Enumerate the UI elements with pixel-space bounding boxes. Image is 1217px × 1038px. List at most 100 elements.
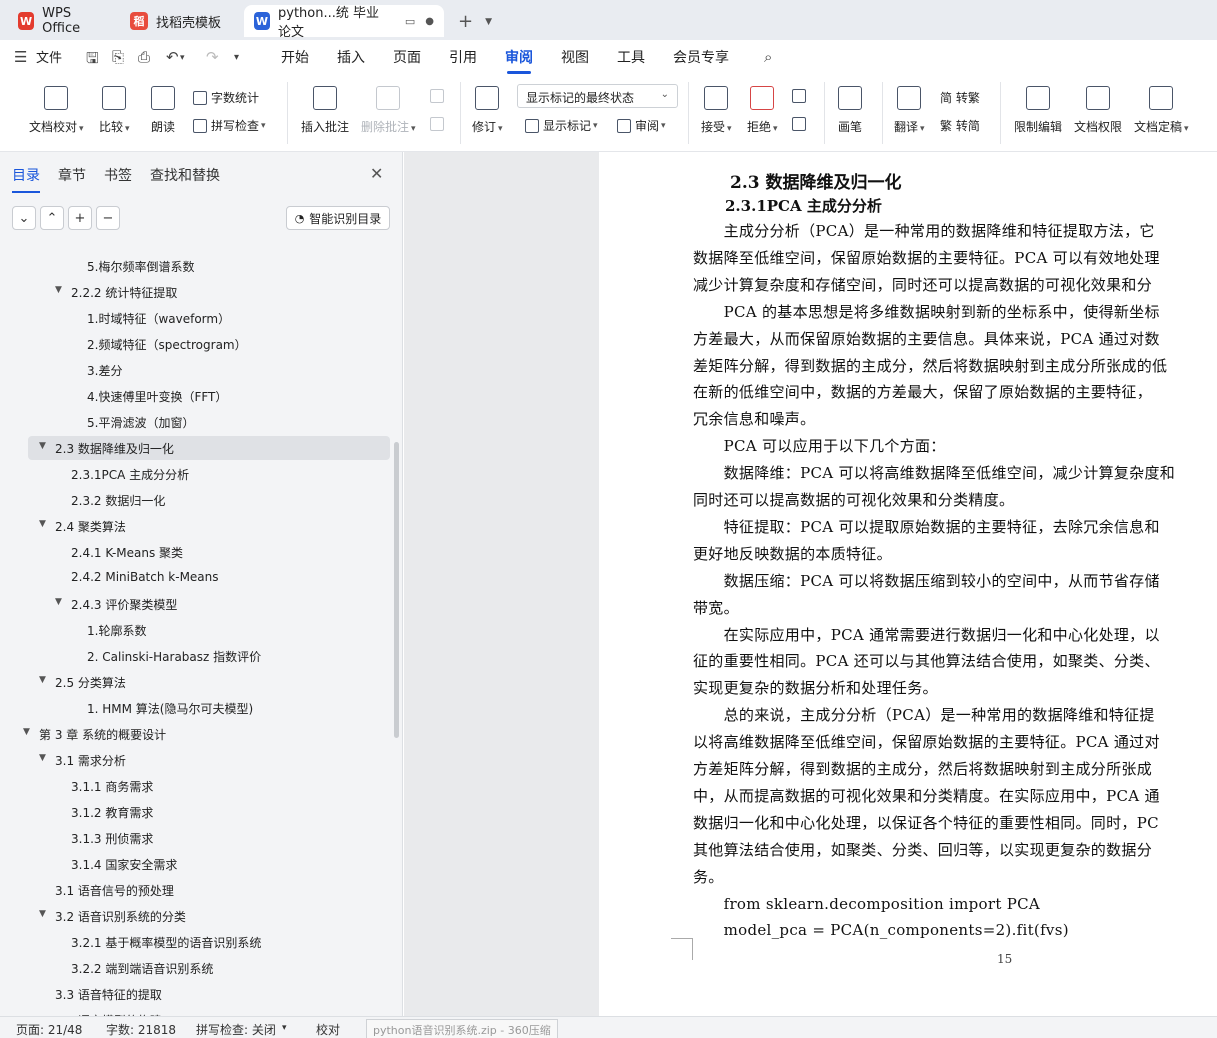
expand-caret-icon[interactable]: ▼ [39, 441, 46, 451]
output-icon[interactable]: ⎘ [112, 48, 124, 66]
toc-item[interactable]: ▼ 2.4.3 评价聚类模型 [55, 596, 177, 613]
menu-view[interactable]: 视图 [561, 47, 589, 67]
proofread-status[interactable]: 校对 [316, 1021, 340, 1038]
next-change-button[interactable] [792, 117, 810, 131]
toc-item[interactable]: 3.1.1 商务需求 [71, 778, 153, 795]
word-count[interactable]: 字数: 21818 [106, 1021, 176, 1038]
toc-item[interactable]: 3.2.1 基于概率模型的语音识别系统 [71, 934, 261, 951]
toc-item[interactable]: 2.3.2 数据归一化 [71, 492, 165, 509]
menu-references[interactable]: 引用 [449, 47, 477, 67]
expand-caret-icon[interactable]: ▼ [55, 285, 62, 295]
word-count-button[interactable]: 字数统计 [193, 89, 259, 106]
toc-item[interactable]: 3.差分 [87, 362, 122, 379]
delete-comment-button[interactable]: 删除批注 ▾ [361, 86, 416, 135]
nav-tab-toc[interactable]: 目录 [12, 165, 40, 193]
expand-caret-icon[interactable]: ▼ [39, 675, 46, 685]
toc-item[interactable]: 1.轮廓系数 [87, 622, 146, 639]
prev-change-button[interactable] [792, 89, 810, 103]
compare-button[interactable]: 比较 ▾ [99, 86, 130, 135]
tab-docer-template[interactable]: 稻 找稻壳模板 [120, 5, 238, 37]
toc-item[interactable]: ▼ 3.2 语音识别系统的分类 [39, 908, 186, 925]
chevron-down-icon[interactable]: ▼ [485, 17, 492, 27]
menu-home[interactable]: 开始 [281, 47, 309, 67]
menu-page[interactable]: 页面 [393, 47, 421, 67]
markup-state-select[interactable]: 显示标记的最终状态 ⌄ [517, 84, 678, 108]
menu-review[interactable]: 审阅 [505, 47, 533, 74]
toc-item[interactable]: 2.4.1 K-Means 聚类 [71, 544, 183, 561]
toc-item[interactable]: 3.1.3 刑侦需求 [71, 830, 153, 847]
expand-caret-icon[interactable]: ▼ [39, 519, 46, 529]
undo-dropdown-icon[interactable]: ▾ [180, 53, 185, 63]
toc-item[interactable]: ▼ 2.2.2 统计特征提取 [55, 284, 177, 301]
spell-check-status[interactable]: 拼写检查: 关闭 [196, 1021, 276, 1038]
restrict-edit-button[interactable]: 限制编辑 [1014, 86, 1062, 135]
insert-comment-button[interactable]: 插入批注 [301, 86, 349, 135]
expand-caret-icon[interactable]: ▼ [39, 909, 46, 919]
add-heading-button[interactable]: + [68, 206, 92, 230]
doc-finalize-button[interactable]: 文档定稿 ▾ [1134, 86, 1189, 135]
smart-toc-button[interactable]: ◔ 智能识别目录 [286, 206, 390, 230]
expand-caret-icon[interactable]: ▼ [39, 753, 46, 763]
toc-item[interactable]: 3.1.2 教育需求 [71, 804, 153, 821]
toc-item[interactable]: 2. Calinski-Harabasz 指数评价 [87, 648, 261, 665]
toc-item[interactable]: 2.频域特征（spectrogram） [87, 336, 247, 353]
menu-file[interactable]: 文件 [36, 47, 62, 66]
chevron-down-icon[interactable]: ▾ [282, 1023, 287, 1033]
toc-item[interactable]: 1.时域特征（waveform） [87, 310, 230, 327]
toc-scrollbar[interactable] [394, 442, 399, 738]
quick-access-more-icon[interactable]: ▾ [234, 52, 239, 63]
menu-member[interactable]: 会员专享 [673, 47, 729, 67]
show-markup-button[interactable]: 显示标记 ▾ [525, 117, 598, 134]
page-indicator[interactable]: 页面: 21/48 [16, 1021, 82, 1038]
expand-caret-icon[interactable]: ▼ [55, 597, 62, 607]
toc-item[interactable]: ▼ 3.1 需求分析 [39, 752, 126, 769]
toc-item[interactable]: 3.3 语音特征的提取 [55, 986, 162, 1003]
accept-button[interactable]: 接受 ▾ [701, 86, 732, 135]
toc-item[interactable]: 5.梅尔频率倒谱系数 [87, 258, 194, 275]
hamburger-icon[interactable]: ☰ [14, 48, 27, 66]
read-aloud-button[interactable]: 朗读 [151, 86, 175, 135]
new-tab-button[interactable]: + [458, 11, 473, 32]
next-comment-button[interactable] [430, 117, 448, 131]
toc-item[interactable]: ▼ 2.4 聚类算法 [39, 518, 126, 535]
menu-insert[interactable]: 插入 [337, 47, 365, 67]
doc-permission-button[interactable]: 文档权限 [1074, 86, 1122, 135]
toc-item[interactable]: 5.平滑滤波（加窗） [87, 414, 194, 431]
menu-tools[interactable]: 工具 [617, 47, 645, 67]
toc-item[interactable]: 3.1 语音信号的预处理 [55, 882, 174, 899]
expand-caret-icon[interactable]: ▼ [23, 727, 30, 737]
tab-document[interactable]: W python...统 毕业论文 ▭ ● [244, 5, 444, 40]
search-icon[interactable]: ⌕ [764, 48, 772, 66]
taskbar-item[interactable]: python语音识别系统.zip - 360压缩 [366, 1019, 558, 1038]
print-preview-icon[interactable]: ⎙ [138, 48, 150, 66]
prev-comment-button[interactable] [430, 89, 448, 103]
undo-icon[interactable]: ↶ [166, 48, 179, 66]
close-icon[interactable]: ✕ [370, 164, 383, 183]
remove-heading-button[interactable]: − [96, 206, 120, 230]
redo-icon[interactable]: ↷ [206, 48, 219, 66]
toc-item[interactable]: ▼ 2.5 分类算法 [39, 674, 126, 691]
toc-item[interactable]: 1. HMM 算法(隐马尔可夫模型) [87, 700, 253, 717]
spell-check-button[interactable]: 拼写检查 ▾ [193, 117, 266, 134]
unsaved-dot-icon[interactable]: ● [425, 16, 434, 27]
toc-item[interactable]: ▼ 第 3 章 系统的概要设计 [23, 726, 166, 743]
toc-item[interactable]: 2.3.1PCA 主成分分析 [71, 466, 189, 483]
collapse-all-button[interactable]: ⌄ [12, 206, 36, 230]
tab-wps-office[interactable]: W WPS Office [8, 5, 116, 37]
toc-item[interactable]: ▼ 2.3 数据降维及归一化 [39, 440, 174, 457]
toc-item[interactable]: 3.2.2 端到端语音识别系统 [71, 960, 213, 977]
nav-tab-bookmarks[interactable]: 书签 [104, 165, 132, 185]
toc-item[interactable]: 2.4.2 MiniBatch k-Means [71, 570, 219, 584]
expand-up-button[interactable]: ⌃ [40, 206, 64, 230]
to-simplified-button[interactable]: 繁 转简 [940, 117, 980, 134]
pen-button[interactable]: 画笔 [838, 86, 862, 135]
toc-item[interactable]: 4.快速傅里叶变换（FFT） [87, 388, 227, 405]
review-pane-button[interactable]: 审阅 ▾ [617, 117, 666, 134]
translate-button[interactable]: 翻译 ▾ [894, 86, 925, 135]
nav-tab-chapters[interactable]: 章节 [58, 165, 86, 185]
save-icon[interactable]: 🖫 [86, 48, 99, 73]
toc-item[interactable]: 3.1.4 国家安全需求 [71, 856, 177, 873]
reject-button[interactable]: 拒绝 ▾ [747, 86, 778, 135]
nav-tab-find-replace[interactable]: 查找和替换 [150, 165, 220, 185]
to-traditional-button[interactable]: 简 转繁 [940, 89, 980, 106]
